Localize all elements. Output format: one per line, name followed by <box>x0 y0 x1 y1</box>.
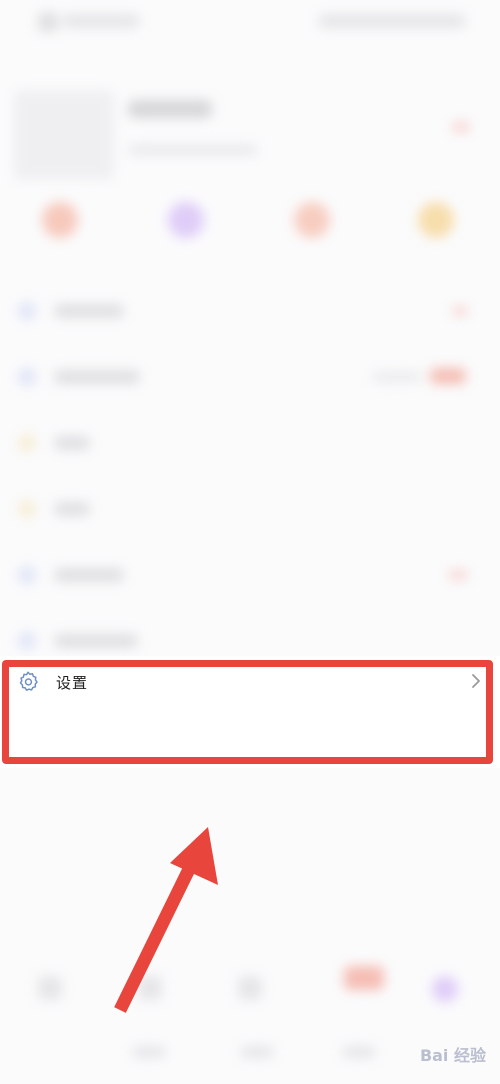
profile-subtitle <box>128 145 258 155</box>
row-label-1 <box>54 304 124 318</box>
row-icon-6 <box>18 632 36 650</box>
profile-avatar <box>14 90 114 180</box>
row-label-4 <box>54 502 90 516</box>
blurred-background <box>0 0 500 1084</box>
top-bar-logo <box>38 12 58 32</box>
row-label-2 <box>54 370 140 384</box>
row-label-5 <box>54 568 124 582</box>
quick-icon-2 <box>168 202 204 238</box>
tab-label-3 <box>342 1046 376 1058</box>
top-bar-title <box>62 14 140 28</box>
row-icon-1 <box>18 302 36 320</box>
baidu-watermark: Bai 经验 <box>419 1046 486 1065</box>
row-icon-4 <box>18 500 36 518</box>
tab-icon-1 <box>38 976 62 1000</box>
row-label-3 <box>54 436 90 450</box>
row-hint-2 <box>372 372 422 382</box>
top-bar-action <box>318 14 466 28</box>
tab-icon-4 <box>344 966 384 990</box>
row-icon-5 <box>18 566 36 584</box>
quick-icon-1 <box>42 202 78 238</box>
quick-icon-4 <box>418 202 454 238</box>
row-label-6 <box>54 634 138 648</box>
row-icon-2 <box>18 368 36 386</box>
tab-icon-5 <box>432 976 458 1002</box>
row-icon-3 <box>18 434 36 452</box>
profile-name <box>128 100 212 118</box>
row-badge-1 <box>452 306 468 316</box>
profile-badge <box>452 122 470 132</box>
tab-label-1 <box>132 1046 166 1058</box>
tab-label-2 <box>240 1046 274 1058</box>
arrow-annotation-icon <box>114 827 218 1013</box>
row-badge-5 <box>448 570 468 580</box>
row-badge-2 <box>430 368 466 384</box>
quick-icon-3 <box>294 202 330 238</box>
highlight-box-annotation <box>2 660 493 764</box>
tab-icon-3 <box>238 976 262 1000</box>
